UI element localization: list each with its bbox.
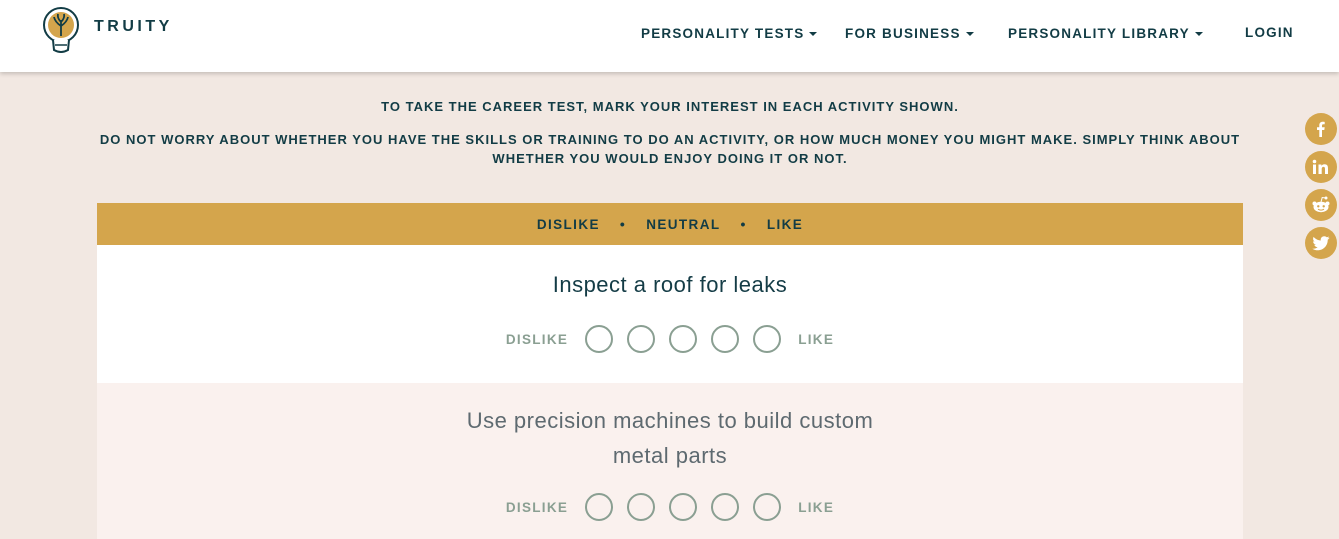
caret-down-icon: [809, 32, 818, 37]
rating-option-5[interactable]: [753, 493, 782, 521]
rating-option-5[interactable]: [753, 325, 782, 353]
rating-scale: DISLIKE LIKE: [97, 325, 1243, 353]
rating-dislike-label: DISLIKE: [505, 331, 569, 347]
facebook-icon: [1317, 121, 1325, 137]
scale-legend-like: LIKE: [766, 216, 804, 232]
scale-legend-neutral: NEUTRAL: [646, 216, 721, 232]
scale-legend-dislike: DISLIKE: [536, 216, 600, 232]
question-text: Inspect a roof for leaks: [552, 272, 788, 297]
caret-down-icon: [965, 32, 974, 37]
nav-personality-tests-label: PERSONALITY TESTS: [641, 26, 805, 41]
rating-option-3[interactable]: [669, 325, 698, 353]
rating-like-label: LIKE: [798, 499, 835, 515]
nav-login[interactable]: LOGIN: [1245, 25, 1294, 40]
nav-login-label: LOGIN: [1245, 25, 1294, 40]
question-card: Inspect a roof for leaks DISLIKE LIKE: [97, 245, 1243, 383]
site-header: TRUITY PERSONALITY TESTS FOR BUSINESS PE…: [0, 0, 1339, 72]
rating-option-1[interactable]: [585, 493, 614, 521]
truity-logo[interactable]: TRUITY: [40, 6, 173, 58]
question-card: Use precision machines to build custom m…: [97, 383, 1243, 539]
nav-for-business-label: FOR BUSINESS: [845, 26, 961, 41]
intro-description: DO NOT WORRY ABOUT WHETHER YOU HAVE THE …: [99, 132, 1241, 166]
scale-legend-bar: DISLIKE • NEUTRAL • LIKE: [97, 203, 1243, 245]
twitter-share-button[interactable]: [1305, 227, 1337, 259]
nav-for-business[interactable]: FOR BUSINESS: [845, 26, 974, 41]
linkedin-icon: [1312, 159, 1328, 174]
brand-name: TRUITY: [94, 18, 173, 35]
rating-option-1[interactable]: [585, 325, 614, 353]
scale-legend-separator: •: [619, 216, 627, 232]
rating-option-4[interactable]: [711, 325, 740, 353]
rating-option-4[interactable]: [711, 493, 740, 521]
rating-option-2[interactable]: [627, 493, 656, 521]
rating-option-3[interactable]: [669, 493, 698, 521]
rating-option-2[interactable]: [627, 325, 656, 353]
scale-legend-separator: •: [740, 216, 747, 232]
lightbulb-logo-icon: [43, 7, 79, 53]
nav-personality-library[interactable]: PERSONALITY LIBRARY: [1008, 26, 1203, 41]
intro-instruction: TO TAKE THE CAREER TEST, MARK YOUR INTER…: [381, 99, 959, 114]
linkedin-share-button[interactable]: [1305, 151, 1337, 183]
rating-scale: DISLIKE LIKE: [97, 493, 1243, 521]
caret-down-icon: [1194, 32, 1203, 37]
reddit-share-button[interactable]: [1305, 189, 1337, 221]
question-text: Use precision machines to build custom m…: [466, 408, 874, 468]
rating-like-label: LIKE: [798, 331, 835, 347]
rating-dislike-label: DISLIKE: [505, 499, 569, 515]
reddit-icon: [1312, 196, 1330, 213]
nav-personality-library-label: PERSONALITY LIBRARY: [1008, 26, 1190, 41]
facebook-share-button[interactable]: [1305, 113, 1337, 145]
twitter-icon: [1312, 235, 1330, 250]
nav-personality-tests[interactable]: PERSONALITY TESTS: [641, 26, 818, 41]
